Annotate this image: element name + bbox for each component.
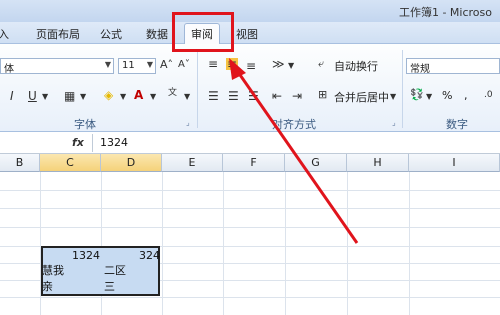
arrow-head xyxy=(229,58,246,80)
annotation-arrow xyxy=(229,58,359,244)
arrow-shaft xyxy=(236,71,359,244)
